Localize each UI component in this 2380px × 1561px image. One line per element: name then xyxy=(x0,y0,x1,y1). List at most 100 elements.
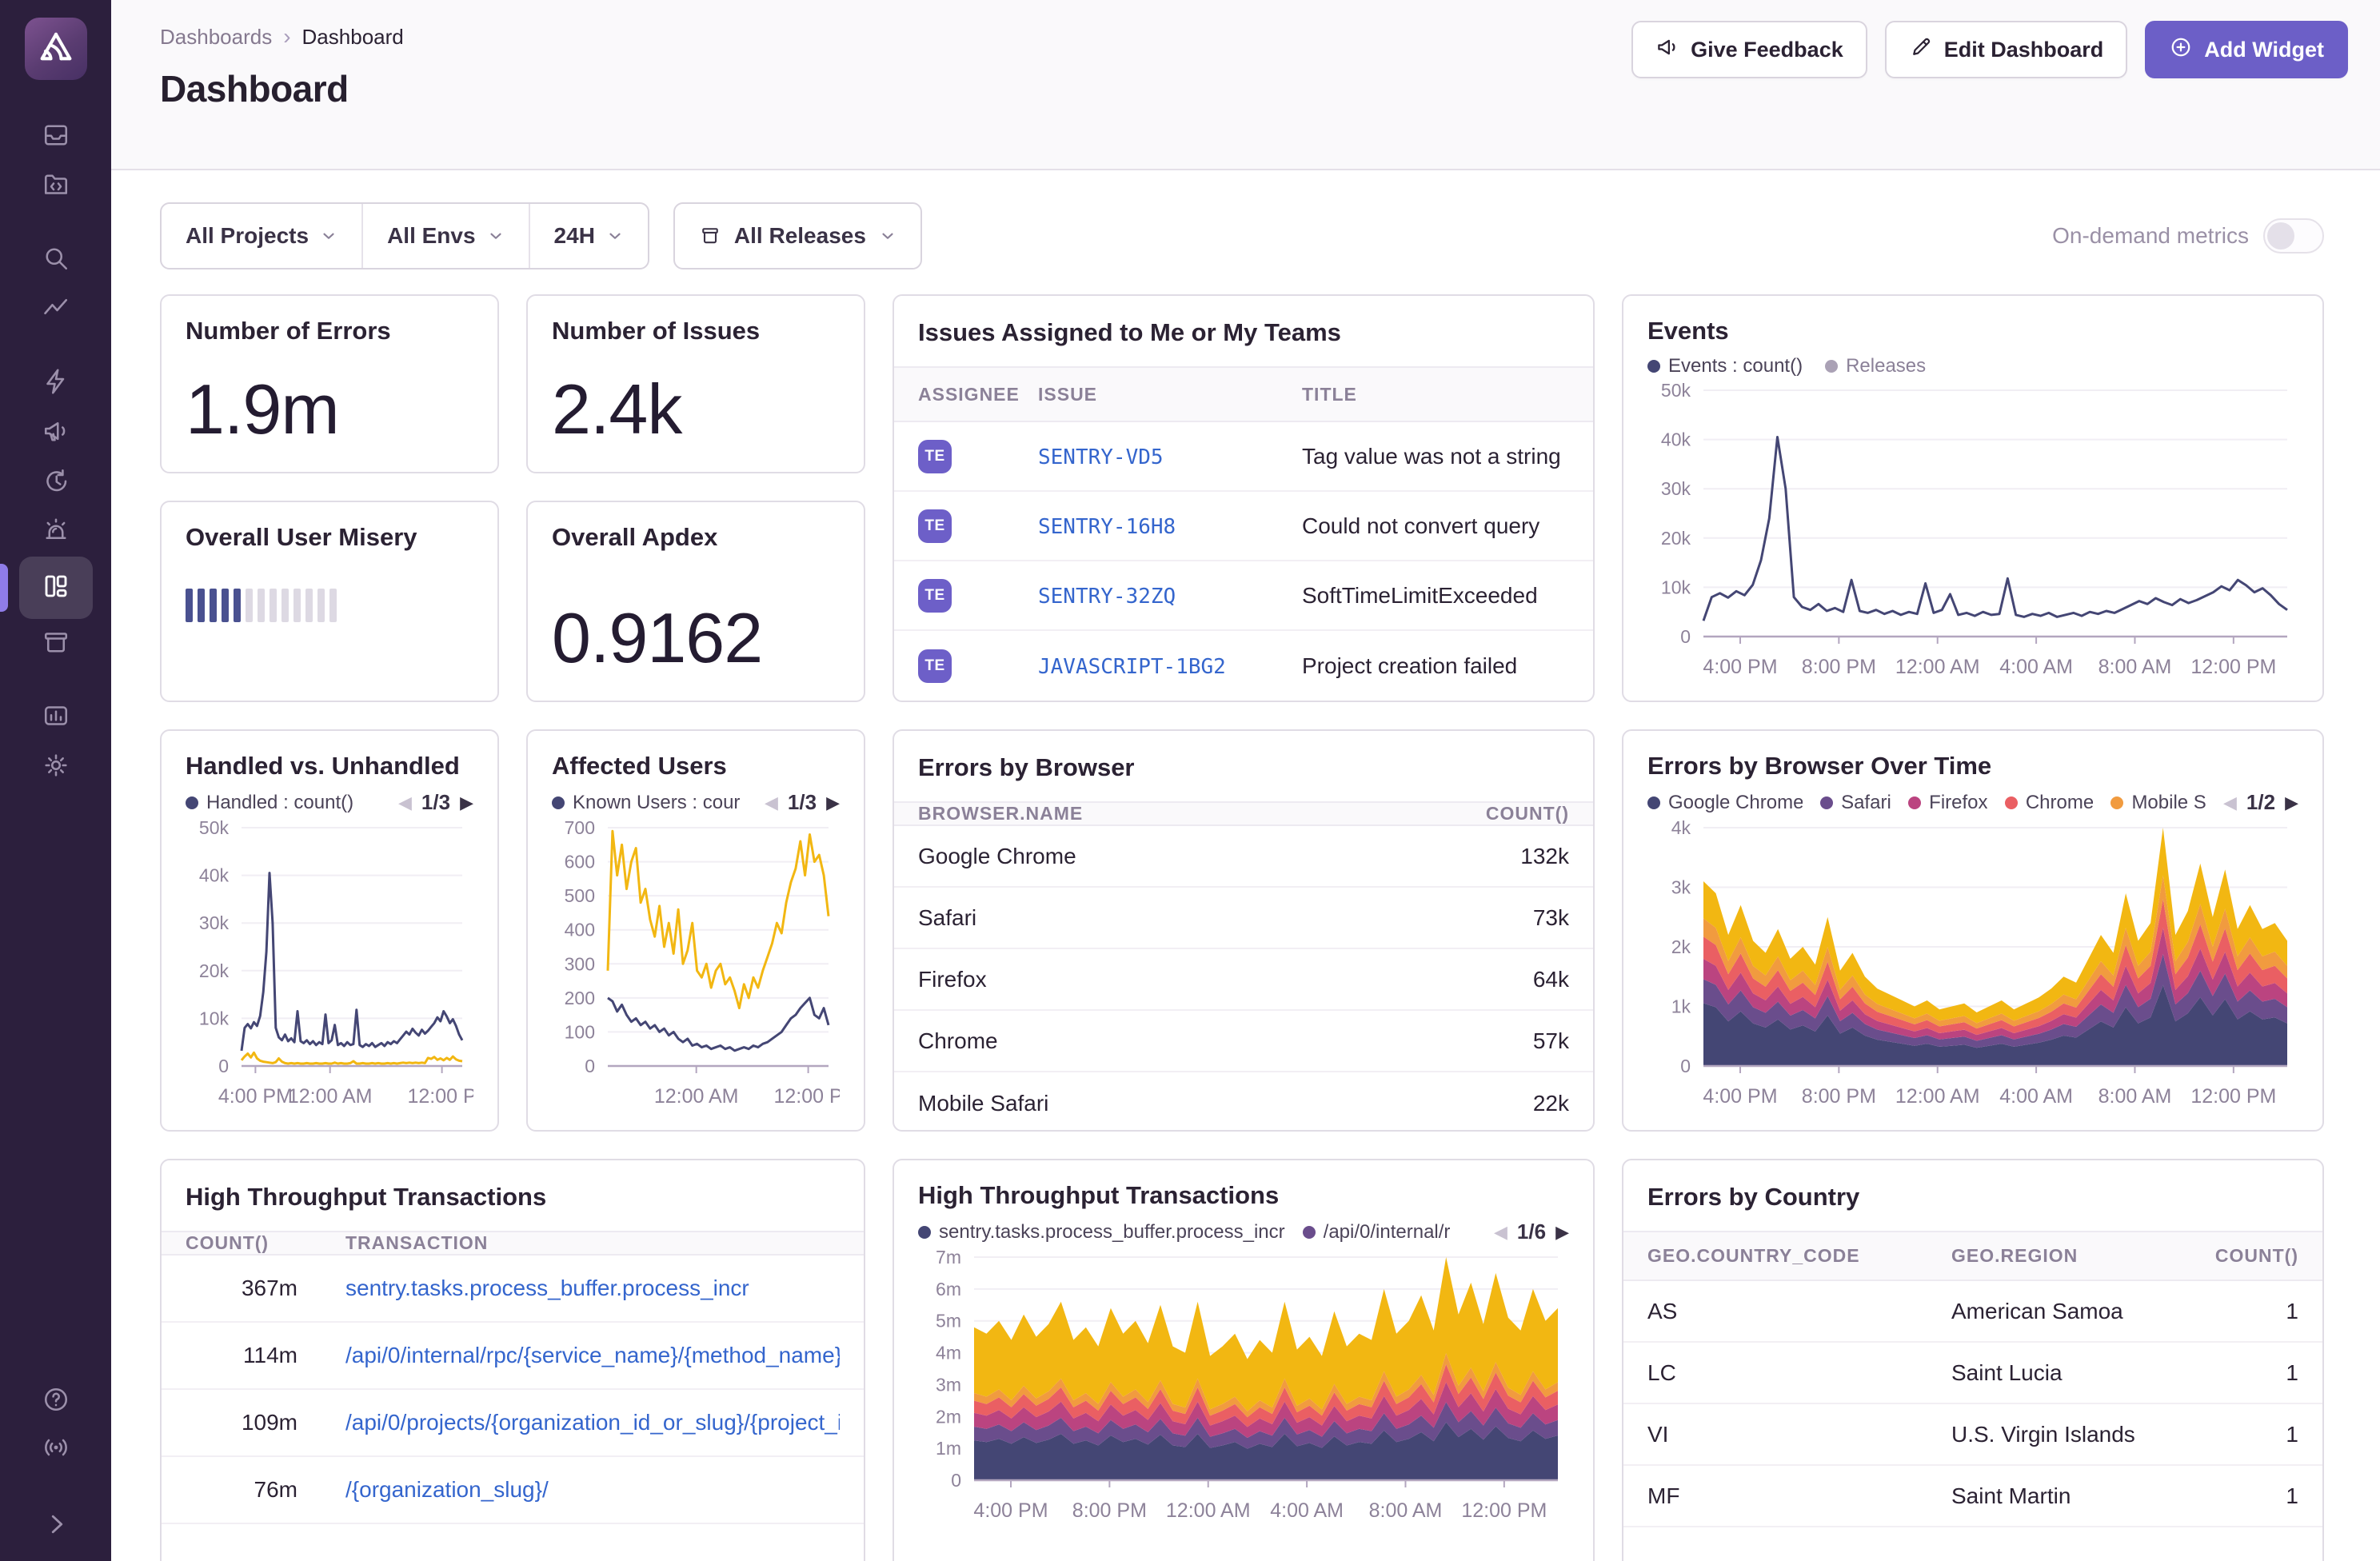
col-issue-header: ISSUE xyxy=(1038,384,1302,405)
country-count: 1 xyxy=(2162,1422,2298,1447)
country-region: U.S. Virgin Islands xyxy=(1951,1422,2162,1447)
issue-title: Project creation failed xyxy=(1302,653,1569,679)
svg-text:600: 600 xyxy=(565,852,595,872)
widget-errors-by-browser-over-time: Errors by Browser Over Time Google Chrom… xyxy=(1622,729,2324,1132)
issue-link[interactable]: JAVASCRIPT-1BG2 xyxy=(1038,655,1226,679)
sidebar-item-dashboards[interactable] xyxy=(0,557,111,619)
svg-text:7m: 7m xyxy=(936,1248,961,1268)
project-filter[interactable]: All Projects xyxy=(162,204,361,268)
pager-prev-icon[interactable]: ◀ xyxy=(398,792,412,813)
sidebar-item-projects[interactable] xyxy=(0,162,111,211)
pager-next-icon[interactable]: ▶ xyxy=(460,792,473,813)
pager-prev-icon[interactable]: ◀ xyxy=(765,792,778,813)
svg-text:0: 0 xyxy=(1680,1056,1691,1076)
sidebar-item-help[interactable] xyxy=(0,1377,111,1425)
legend-handled[interactable]: Handled : count() xyxy=(186,792,353,814)
legend-api-internal[interactable]: /api/0/internal/r xyxy=(1303,1221,1451,1244)
transaction-link[interactable]: /api/0/projects/{organization_id_or_slug… xyxy=(345,1410,840,1435)
table-row-partial xyxy=(162,1524,864,1561)
issue-link[interactable]: SENTRY-VD5 xyxy=(1038,445,1164,469)
legend-dot xyxy=(918,1226,931,1239)
country-count: 1 xyxy=(2162,1360,2298,1386)
avatar: TE xyxy=(918,579,952,613)
svg-text:10k: 10k xyxy=(1661,577,1691,597)
legend-dot xyxy=(1825,360,1838,373)
date-range-label: 24H xyxy=(554,223,595,249)
issues-count-value: 2.4k xyxy=(552,374,840,451)
add-widget-label: Add Widget xyxy=(2204,38,2324,62)
widget-handled-vs-unhandled: Handled vs. Unhandled Handled : count() … xyxy=(160,729,499,1132)
high-throughput-chart[interactable]: 01m2m3m4m5m6m7m4:00 PM8:00 PM12:00 AM4:0… xyxy=(918,1248,1569,1523)
legend-safari[interactable]: Safari xyxy=(1820,792,1891,814)
environment-filter[interactable]: All Envs xyxy=(361,204,528,268)
sidebar-item-crons[interactable] xyxy=(0,457,111,507)
sidebar xyxy=(0,0,111,1561)
svg-text:200: 200 xyxy=(565,988,595,1008)
col-count-header: COUNT() xyxy=(1433,803,1569,824)
country-region: Saint Martin xyxy=(1951,1483,2162,1509)
sidebar-item-stats[interactable] xyxy=(0,693,111,742)
events-chart[interactable]: 010k20k30k40k50k4:00 PM8:00 PM12:00 AM4:… xyxy=(1647,381,2298,680)
legend-chrome[interactable]: Chrome xyxy=(2005,792,2094,814)
legend-google-chrome[interactable]: Google Chrome xyxy=(1647,792,1803,814)
sidebar-item-feedback[interactable] xyxy=(0,408,111,457)
dashboards-icon xyxy=(42,572,70,605)
sidebar-item-releases[interactable] xyxy=(0,619,111,669)
svg-text:12:00 AM: 12:00 AM xyxy=(1895,1085,1980,1108)
give-feedback-button[interactable]: Give Feedback xyxy=(1631,21,1867,78)
affected-users-chart[interactable]: 010020030040050060070012:00 AM12:00 P xyxy=(552,818,840,1109)
sidebar-item-issues[interactable] xyxy=(0,112,111,162)
svg-text:12:00 AM: 12:00 AM xyxy=(654,1085,739,1108)
legend-firefox[interactable]: Firefox xyxy=(1908,792,1987,814)
svg-text:4:00 AM: 4:00 AM xyxy=(1999,656,2073,678)
sidebar-item-home[interactable] xyxy=(25,18,87,80)
legend-known-users[interactable]: Known Users : cour xyxy=(552,792,740,814)
transaction-link[interactable]: sentry.tasks.process_buffer.process_incr xyxy=(345,1276,749,1300)
sidebar-collapse[interactable] xyxy=(0,1502,111,1550)
legend-dot xyxy=(1303,1226,1316,1239)
edit-dashboard-button[interactable]: Edit Dashboard xyxy=(1885,21,2128,78)
errors-count-value: 1.9m xyxy=(186,374,473,451)
svg-text:8:00 PM: 8:00 PM xyxy=(1072,1499,1147,1522)
pager-prev-icon[interactable]: ◀ xyxy=(1494,1222,1507,1243)
table-row: TE SENTRY-VD5 Tag value was not a string xyxy=(894,422,1593,492)
releases-filter-label: All Releases xyxy=(734,223,866,249)
errors-by-browser-chart[interactable]: 01k2k3k4k4:00 PM8:00 PM12:00 AM4:00 AM8:… xyxy=(1647,818,2298,1109)
transaction-link[interactable]: /{organization_slug}/ xyxy=(345,1477,549,1502)
sidebar-item-performance[interactable] xyxy=(0,358,111,408)
widget-events: Events Events : count() Releases 010 xyxy=(1622,294,2324,702)
pager-next-icon[interactable]: ▶ xyxy=(826,792,840,813)
legend-releases[interactable]: Releases xyxy=(1825,355,1926,377)
issue-link[interactable]: SENTRY-16H8 xyxy=(1038,515,1176,539)
pager-next-icon[interactable]: ▶ xyxy=(1555,1222,1569,1243)
svg-text:12:00 AM: 12:00 AM xyxy=(288,1085,373,1108)
legend-mobile-safari[interactable]: Mobile S xyxy=(2110,792,2206,814)
transaction-link[interactable]: /api/0/internal/rpc/{service_name}/{meth… xyxy=(345,1343,840,1367)
svg-text:1m: 1m xyxy=(936,1438,961,1459)
legend-events[interactable]: Events : count() xyxy=(1647,355,1803,377)
legend-process-incr[interactable]: sentry.tasks.process_buffer.process_incr xyxy=(918,1221,1285,1244)
svg-text:8:00 AM: 8:00 AM xyxy=(2098,656,2172,678)
date-range-filter[interactable]: 24H xyxy=(529,204,648,268)
issues-icon xyxy=(42,121,70,154)
country-region: Saint Lucia xyxy=(1951,1360,2162,1386)
legend-label: Handled : count() xyxy=(206,792,353,814)
breadcrumb-dashboards[interactable]: Dashboards xyxy=(160,25,272,50)
pager-prev-icon[interactable]: ◀ xyxy=(2223,792,2237,813)
ondemand-metrics-toggle[interactable] xyxy=(2263,218,2324,254)
add-widget-button[interactable]: Add Widget xyxy=(2145,21,2348,78)
handled-chart[interactable]: 010k20k30k40k50k4:00 PM12:00 AM12:00 P xyxy=(186,818,473,1109)
svg-text:4:00 PM: 4:00 PM xyxy=(973,1499,1048,1522)
svg-text:3m: 3m xyxy=(936,1374,961,1395)
sidebar-item-broadcasts[interactable] xyxy=(0,1425,111,1473)
pager-next-icon[interactable]: ▶ xyxy=(2285,792,2298,813)
sidebar-item-settings[interactable] xyxy=(0,742,111,792)
sidebar-item-search[interactable] xyxy=(0,235,111,285)
issue-link[interactable]: SENTRY-32ZQ xyxy=(1038,585,1176,609)
legend-dot xyxy=(1908,796,1921,809)
releases-filter[interactable]: All Releases xyxy=(673,202,922,269)
sidebar-item-alerts[interactable] xyxy=(0,507,111,557)
sidebar-item-discover[interactable] xyxy=(0,285,111,334)
widget-high-throughput-chart: High Throughput Transactions sentry.task… xyxy=(892,1159,1595,1561)
chevron-down-icon xyxy=(606,227,624,245)
